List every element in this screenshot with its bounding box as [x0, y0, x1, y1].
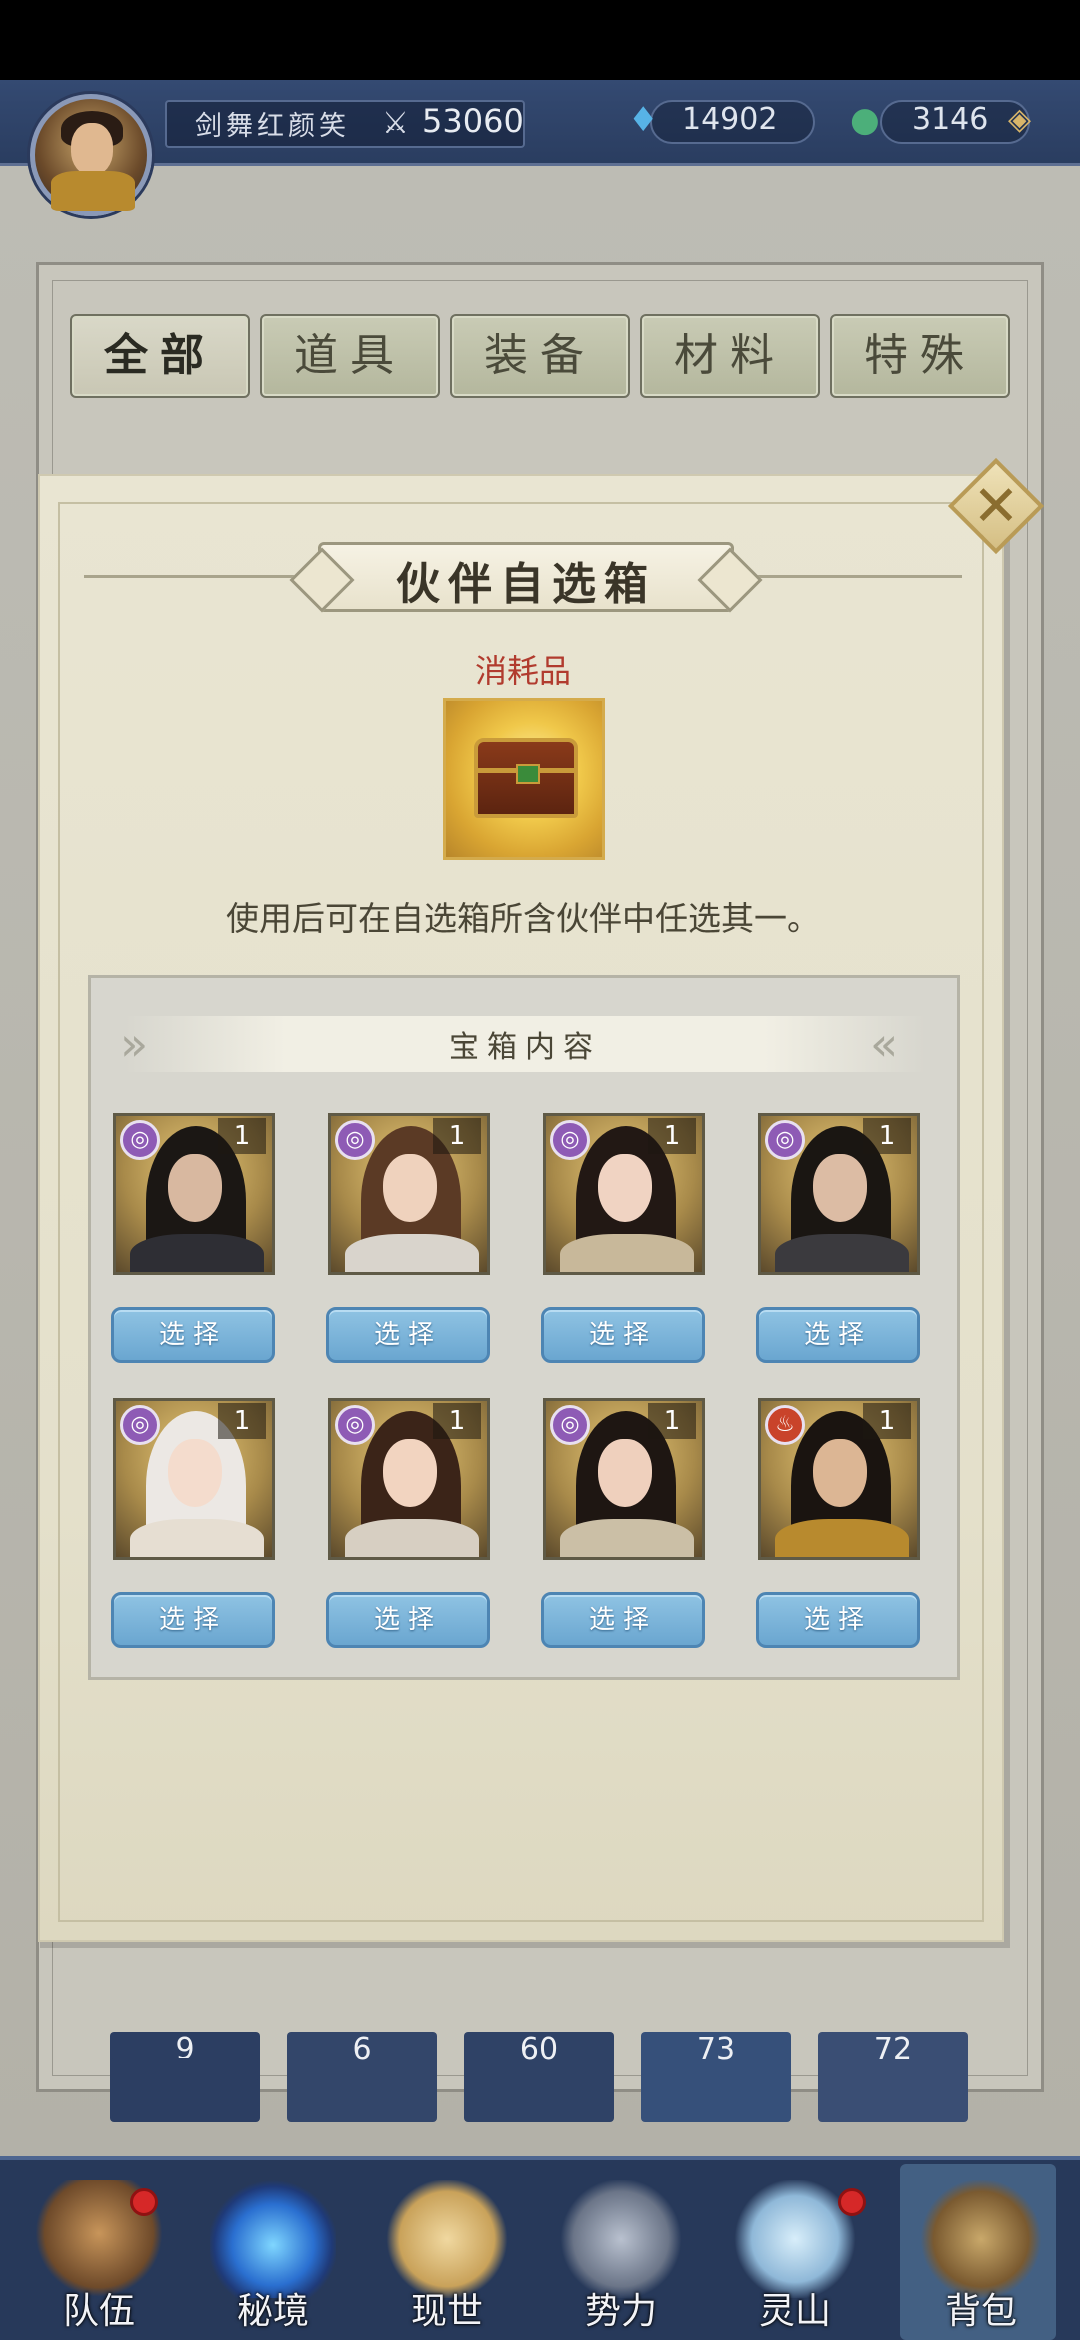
select-partner-button[interactable]: 选择 [326, 1307, 490, 1363]
select-partner-button[interactable]: 选择 [541, 1592, 705, 1648]
partner-count: 1 [863, 1403, 911, 1439]
slot-count: 73 [696, 2032, 736, 2067]
partner-portrait[interactable]: ◎ 1 [758, 1113, 920, 1275]
player-avatar[interactable] [30, 94, 152, 216]
combat-power-value: 53060 [422, 102, 524, 140]
select-partner-button[interactable]: 选择 [756, 1592, 920, 1648]
tab-materials[interactable]: 材料 [640, 314, 820, 398]
system-status-bar [0, 0, 1080, 80]
partner-portrait[interactable]: ◎ 1 [328, 1398, 490, 1560]
notification-dot [838, 2188, 866, 2216]
portrait-body [560, 1234, 694, 1272]
portrait-body [560, 1519, 694, 1557]
partner-count: 1 [648, 1403, 696, 1439]
inventory-slot[interactable] [110, 2058, 260, 2080]
nav-backpack[interactable]: 背包 [896, 2164, 1066, 2340]
portrait-face [168, 1439, 222, 1507]
partner-portrait[interactable]: ◎ 1 [328, 1113, 490, 1275]
nav-label: 灵山 [758, 2291, 831, 2332]
partner-count: 1 [648, 1118, 696, 1154]
partner-portrait[interactable]: ◎ 1 [113, 1398, 275, 1560]
nav-label: 队伍 [62, 2291, 135, 2332]
portrait-body [345, 1234, 479, 1272]
tab-equipment[interactable]: 装备 [450, 314, 630, 398]
nav-present-world[interactable]: 现世 [362, 2170, 532, 2340]
water-element-icon: ◎ [120, 1120, 160, 1160]
crystal-icon: ♦ [628, 100, 659, 140]
portrait-face [598, 1439, 652, 1507]
close-icon: ✕ [972, 474, 1020, 539]
portrait-body [775, 1519, 909, 1557]
chest-graphic [474, 738, 578, 818]
partner-portrait[interactable]: ◎ 1 [543, 1398, 705, 1560]
contents-title: 宝箱内容 [449, 1030, 601, 1065]
water-element-icon: ◎ [765, 1120, 805, 1160]
water-element-icon: ◎ [550, 1120, 590, 1160]
water-element-icon: ◎ [335, 1120, 375, 1160]
slot-count: 60 [519, 2032, 559, 2067]
portrait-face [168, 1154, 222, 1222]
nav-label: 现世 [410, 2291, 483, 2332]
select-partner-button[interactable]: 选择 [756, 1307, 920, 1363]
nav-team[interactable]: 队伍 [14, 2170, 184, 2340]
nav-secret-realm[interactable]: 秘境 [188, 2170, 358, 2340]
avatar-armor [51, 171, 135, 211]
crystal-amount: 14902 [682, 102, 778, 137]
select-partner-button[interactable]: 选择 [111, 1592, 275, 1648]
tab-special[interactable]: 特殊 [830, 314, 1010, 398]
palace-icon [558, 2180, 684, 2298]
portrait-face [813, 1439, 867, 1507]
item-category: 消耗品 [474, 652, 571, 690]
nav-label: 秘境 [236, 2291, 309, 2332]
partner-count: 1 [218, 1403, 266, 1439]
slot-count: 6 [352, 2032, 372, 2067]
water-element-icon: ◎ [550, 1405, 590, 1445]
partner-count: 1 [863, 1118, 911, 1154]
nav-label: 势力 [584, 2291, 657, 2332]
portrait-body [130, 1519, 264, 1557]
water-element-icon: ◎ [120, 1405, 160, 1445]
partner-count: 1 [433, 1118, 481, 1154]
water-element-icon: ◎ [335, 1405, 375, 1445]
close-button[interactable]: ✕ [944, 454, 1048, 558]
partner-portrait[interactable]: ♨ 1 [758, 1398, 920, 1560]
avatar-face [71, 123, 113, 175]
fire-element-icon: ♨ [765, 1405, 805, 1445]
modal-title: 伙伴自选箱 [396, 559, 656, 610]
nav-faction[interactable]: 势力 [536, 2170, 706, 2340]
jade-icon: ● [850, 100, 880, 140]
player-name: 剑舞红颜笑 [195, 111, 350, 142]
portrait-body [345, 1519, 479, 1557]
combat-power-icon: ⚔ [382, 106, 409, 141]
tab-all[interactable]: 全部 [70, 314, 250, 398]
partner-count: 1 [433, 1403, 481, 1439]
add-currency-icon[interactable]: ◈ [1008, 102, 1044, 138]
portrait-face [383, 1154, 437, 1222]
select-partner-button[interactable]: 选择 [111, 1307, 275, 1363]
notification-dot [130, 2188, 158, 2216]
portrait-body [130, 1234, 264, 1272]
nav-label: 背包 [944, 2291, 1017, 2332]
backpack-icon [918, 2180, 1044, 2298]
select-partner-button[interactable]: 选择 [541, 1307, 705, 1363]
portal-icon [210, 2180, 336, 2298]
partner-portrait[interactable]: ◎ 1 [113, 1113, 275, 1275]
partner-portrait[interactable]: ◎ 1 [543, 1113, 705, 1275]
scroll-icon [384, 2180, 510, 2298]
select-partner-button[interactable]: 选择 [326, 1592, 490, 1648]
tab-items[interactable]: 道具 [260, 314, 440, 398]
slot-count: 72 [873, 2032, 913, 2067]
jade-amount: 3146 [912, 102, 989, 137]
portrait-face [813, 1154, 867, 1222]
portrait-face [598, 1154, 652, 1222]
item-description: 使用后可在自选箱所含伙伴中任选其一。 [226, 899, 820, 938]
portrait-body [775, 1234, 909, 1272]
partner-count: 1 [218, 1118, 266, 1154]
portrait-face [383, 1439, 437, 1507]
